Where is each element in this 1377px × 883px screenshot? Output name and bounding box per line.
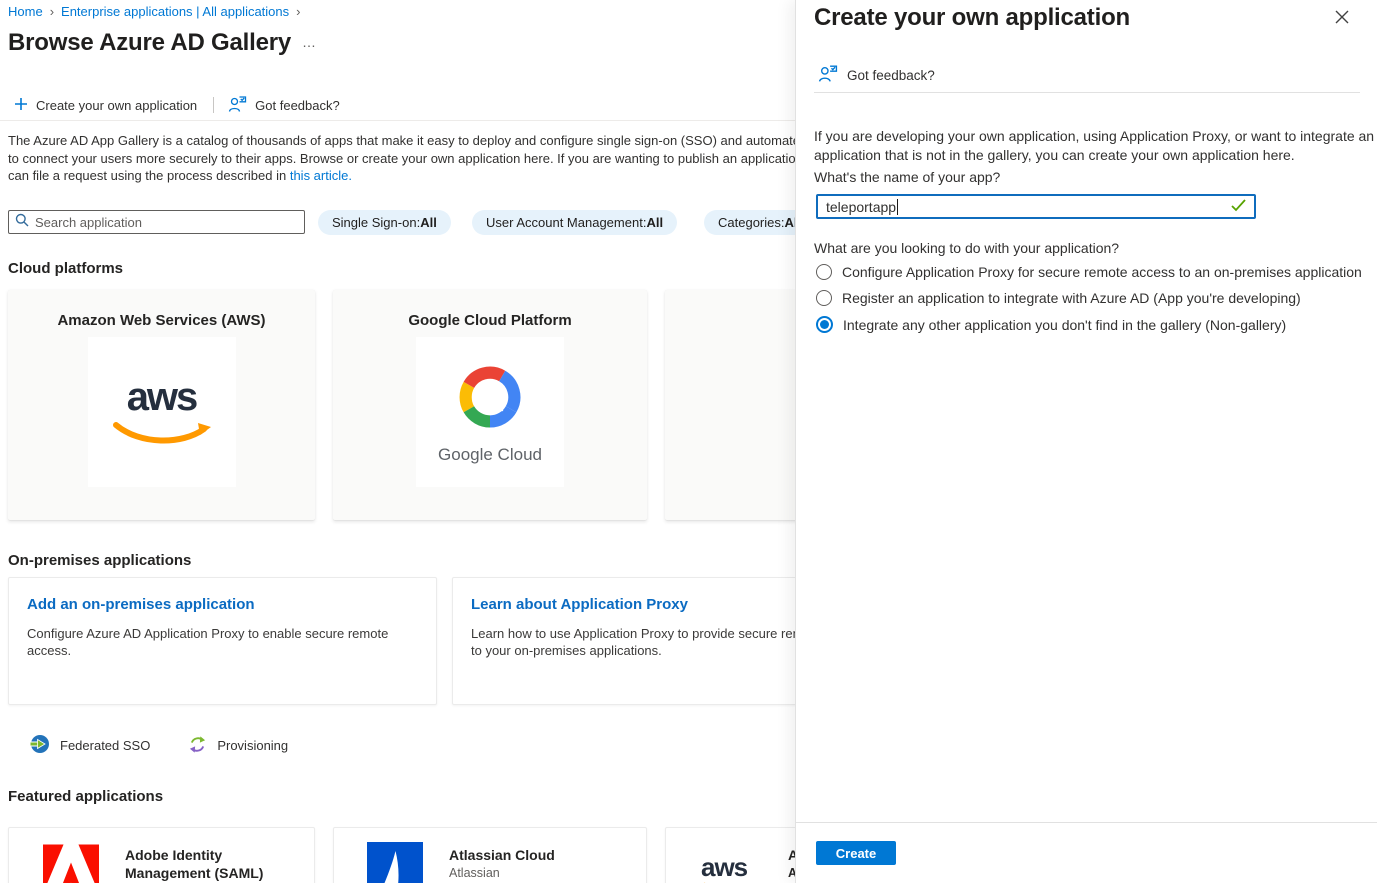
on-premises-heading: On-premises applications: [8, 552, 191, 569]
radio-option-label: Register an application to integrate wit…: [842, 290, 1301, 306]
provisioning-label: Provisioning: [217, 738, 288, 753]
create-button[interactable]: Create: [816, 841, 896, 865]
feedback-person-icon: [818, 64, 838, 86]
create-your-own-application-panel: Create your own application Got feedback…: [795, 0, 1377, 883]
radio-option-label: Configure Application Proxy for secure r…: [842, 264, 1362, 280]
breadcrumb-home-link[interactable]: Home: [8, 4, 43, 19]
radio-option-non-gallery[interactable]: Integrate any other application you don'…: [816, 316, 1286, 333]
cloud-card-aws[interactable]: Amazon Web Services (AWS) aws: [8, 290, 315, 520]
app-name-question: What's the name of your app?: [814, 169, 1000, 185]
capability-legend: Federated SSO Provisioning: [30, 734, 288, 757]
featured-applications-heading: Featured applications: [8, 788, 163, 805]
featured-app-title: Atlassian Cloud: [449, 846, 555, 864]
panel-divider: [814, 92, 1360, 93]
aws-logo: aws: [88, 337, 236, 487]
gallery-intro-text: The Azure AD App Gallery is a catalog of…: [8, 132, 807, 185]
close-icon[interactable]: [1333, 8, 1351, 26]
atlassian-logo: [367, 842, 423, 883]
provisioning-icon: [188, 735, 207, 757]
radio-button-icon: [816, 264, 832, 280]
app-name-input[interactable]: teleportapp: [816, 194, 1256, 219]
create-button-label: Create your own application: [36, 98, 197, 113]
breadcrumb-enterprise-apps-link[interactable]: Enterprise applications | All applicatio…: [61, 4, 289, 19]
got-feedback-button[interactable]: Got feedback?: [228, 95, 340, 116]
search-placeholder: Search application: [35, 215, 142, 230]
featured-card-adobe[interactable]: Adobe Identity Management (SAML): [8, 827, 315, 883]
cloud-card-google-cloud[interactable]: Google Cloud Platform Google Cloud: [333, 290, 647, 520]
panel-got-feedback-button[interactable]: Got feedback?: [818, 64, 935, 86]
cloud-card-title: Google Cloud Platform: [333, 312, 647, 329]
panel-description: If you are developing your own applicati…: [814, 127, 1374, 165]
toolbar-divider: [213, 97, 214, 113]
this-article-link[interactable]: this article.: [290, 168, 352, 183]
search-icon: [15, 213, 29, 232]
featured-card-atlassian[interactable]: Atlassian Cloud Atlassian: [333, 827, 647, 883]
federated-sso-icon: [30, 734, 50, 757]
valid-check-icon: [1231, 199, 1246, 215]
page-title: Browse Azure AD Gallery: [8, 29, 291, 57]
breadcrumb-chevron-icon: ›: [296, 4, 300, 19]
panel-title: Create your own application: [814, 4, 1130, 32]
text-caret: [897, 199, 898, 215]
filter-pill-single-sign-on[interactable]: Single Sign-on : All: [318, 210, 451, 235]
feedback-button-label: Got feedback?: [847, 68, 935, 83]
radio-option-application-proxy[interactable]: Configure Application Proxy for secure r…: [816, 264, 1362, 280]
adobe-logo: [43, 844, 99, 883]
breadcrumb: Home › Enterprise applications | All app…: [8, 4, 301, 19]
filter-pill-user-account-management[interactable]: User Account Management : All: [472, 210, 677, 235]
cloud-card-title: Amazon Web Services (AWS): [8, 312, 315, 329]
page-title-overflow-menu[interactable]: …: [302, 34, 317, 50]
feedback-person-icon: [228, 95, 247, 116]
radio-button-icon: [816, 316, 833, 333]
app-name-value: teleportapp: [826, 199, 896, 215]
federated-sso-label: Federated SSO: [60, 738, 150, 753]
aws-logo: aws: [701, 854, 763, 883]
featured-app-title: Adobe Identity Management (SAML): [125, 846, 263, 882]
featured-app-publisher: Atlassian: [449, 866, 555, 880]
radio-option-label: Integrate any other application you don'…: [843, 317, 1286, 333]
add-on-premises-application-card[interactable]: Add an on-premises application Configure…: [8, 577, 437, 705]
radio-option-register-application[interactable]: Register an application to integrate wit…: [816, 290, 1301, 306]
feedback-button-label: Got feedback?: [255, 98, 340, 113]
azure-portal-page: Home › Enterprise applications | All app…: [0, 0, 1377, 883]
google-cloud-logo: Google Cloud: [416, 337, 564, 487]
breadcrumb-chevron-icon: ›: [50, 4, 54, 19]
app-purpose-question: What are you looking to do with your app…: [814, 240, 1119, 256]
radio-button-icon: [816, 290, 832, 306]
cloud-platforms-heading: Cloud platforms: [8, 260, 123, 277]
command-bar: Create your own application Got feedback…: [14, 93, 340, 117]
search-application-input[interactable]: Search application: [8, 210, 305, 234]
plus-icon: [14, 97, 28, 114]
add-on-premises-link[interactable]: Add an on-premises application: [27, 596, 418, 613]
panel-footer-divider: [796, 822, 1377, 823]
create-your-own-application-button[interactable]: Create your own application: [14, 97, 197, 114]
